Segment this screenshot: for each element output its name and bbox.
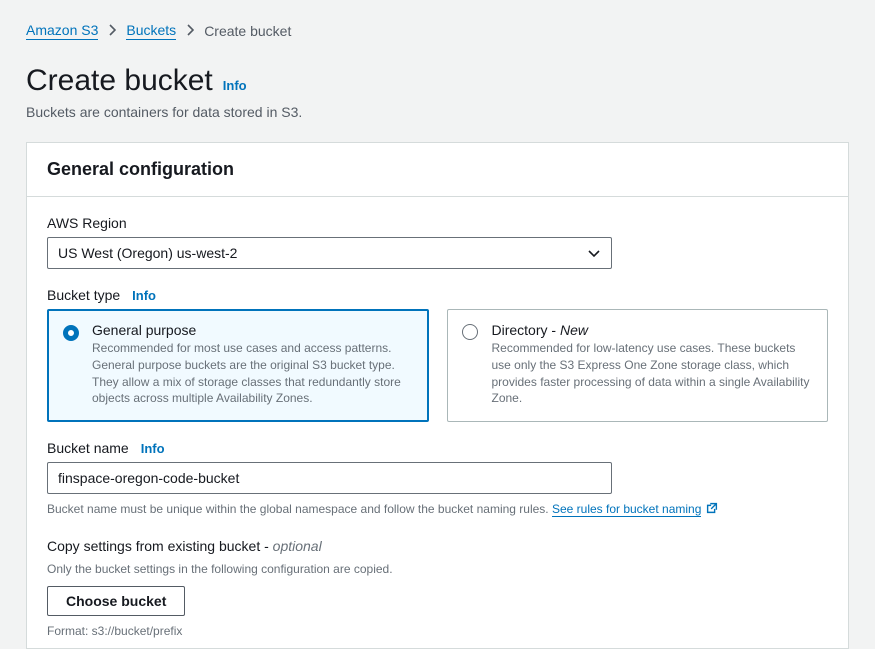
breadcrumb-root[interactable]: Amazon S3	[26, 22, 98, 40]
bucket-type-directory-radio[interactable]: Directory - New Recommended for low-late…	[447, 309, 829, 422]
page-description: Buckets are containers for data stored i…	[26, 104, 849, 120]
bucket-name-help: Bucket name must be unique within the gl…	[47, 500, 828, 520]
bucket-type-general-title: General purpose	[92, 322, 414, 338]
region-label: AWS Region	[47, 215, 828, 231]
copy-settings-label: Copy settings from existing bucket -	[47, 538, 273, 554]
chevron-right-icon	[108, 23, 116, 39]
bucket-type-directory-desc: Recommended for low-latency use cases. T…	[492, 340, 814, 407]
bucket-type-general-radio[interactable]: General purpose Recommended for most use…	[47, 309, 429, 422]
copy-settings-desc: Only the bucket settings in the followin…	[47, 560, 828, 578]
breadcrumb-current: Create bucket	[204, 23, 291, 39]
external-link-icon	[705, 501, 719, 520]
choose-bucket-button[interactable]: Choose bucket	[47, 586, 185, 616]
bucket-type-directory-title: Directory - New	[492, 322, 814, 338]
radio-icon	[462, 324, 478, 340]
breadcrumb: Amazon S3 Buckets Create bucket	[26, 22, 849, 40]
copy-settings-format: Format: s3://bucket/prefix	[47, 622, 828, 640]
page-title: Create bucket	[26, 64, 213, 98]
breadcrumb-parent[interactable]: Buckets	[126, 22, 176, 40]
bucket-type-general-desc: Recommended for most use cases and acces…	[92, 340, 414, 407]
general-configuration-panel: General configuration AWS Region US West…	[26, 142, 849, 649]
region-selected-value: US West (Oregon) us-west-2	[58, 245, 237, 261]
bucket-naming-rules-link[interactable]: See rules for bucket naming	[552, 502, 701, 517]
bucket-name-input[interactable]	[47, 462, 612, 494]
section-title: General configuration	[47, 159, 828, 180]
bucket-name-info-link[interactable]: Info	[141, 441, 165, 456]
radio-icon	[63, 325, 79, 341]
bucket-name-label: Bucket name	[47, 440, 129, 456]
region-select[interactable]: US West (Oregon) us-west-2	[47, 237, 612, 269]
info-link[interactable]: Info	[223, 78, 247, 93]
bucket-type-info-link[interactable]: Info	[132, 288, 156, 303]
copy-settings-optional: optional	[273, 538, 322, 554]
chevron-right-icon	[186, 23, 194, 39]
bucket-type-label: Bucket type	[47, 287, 120, 303]
